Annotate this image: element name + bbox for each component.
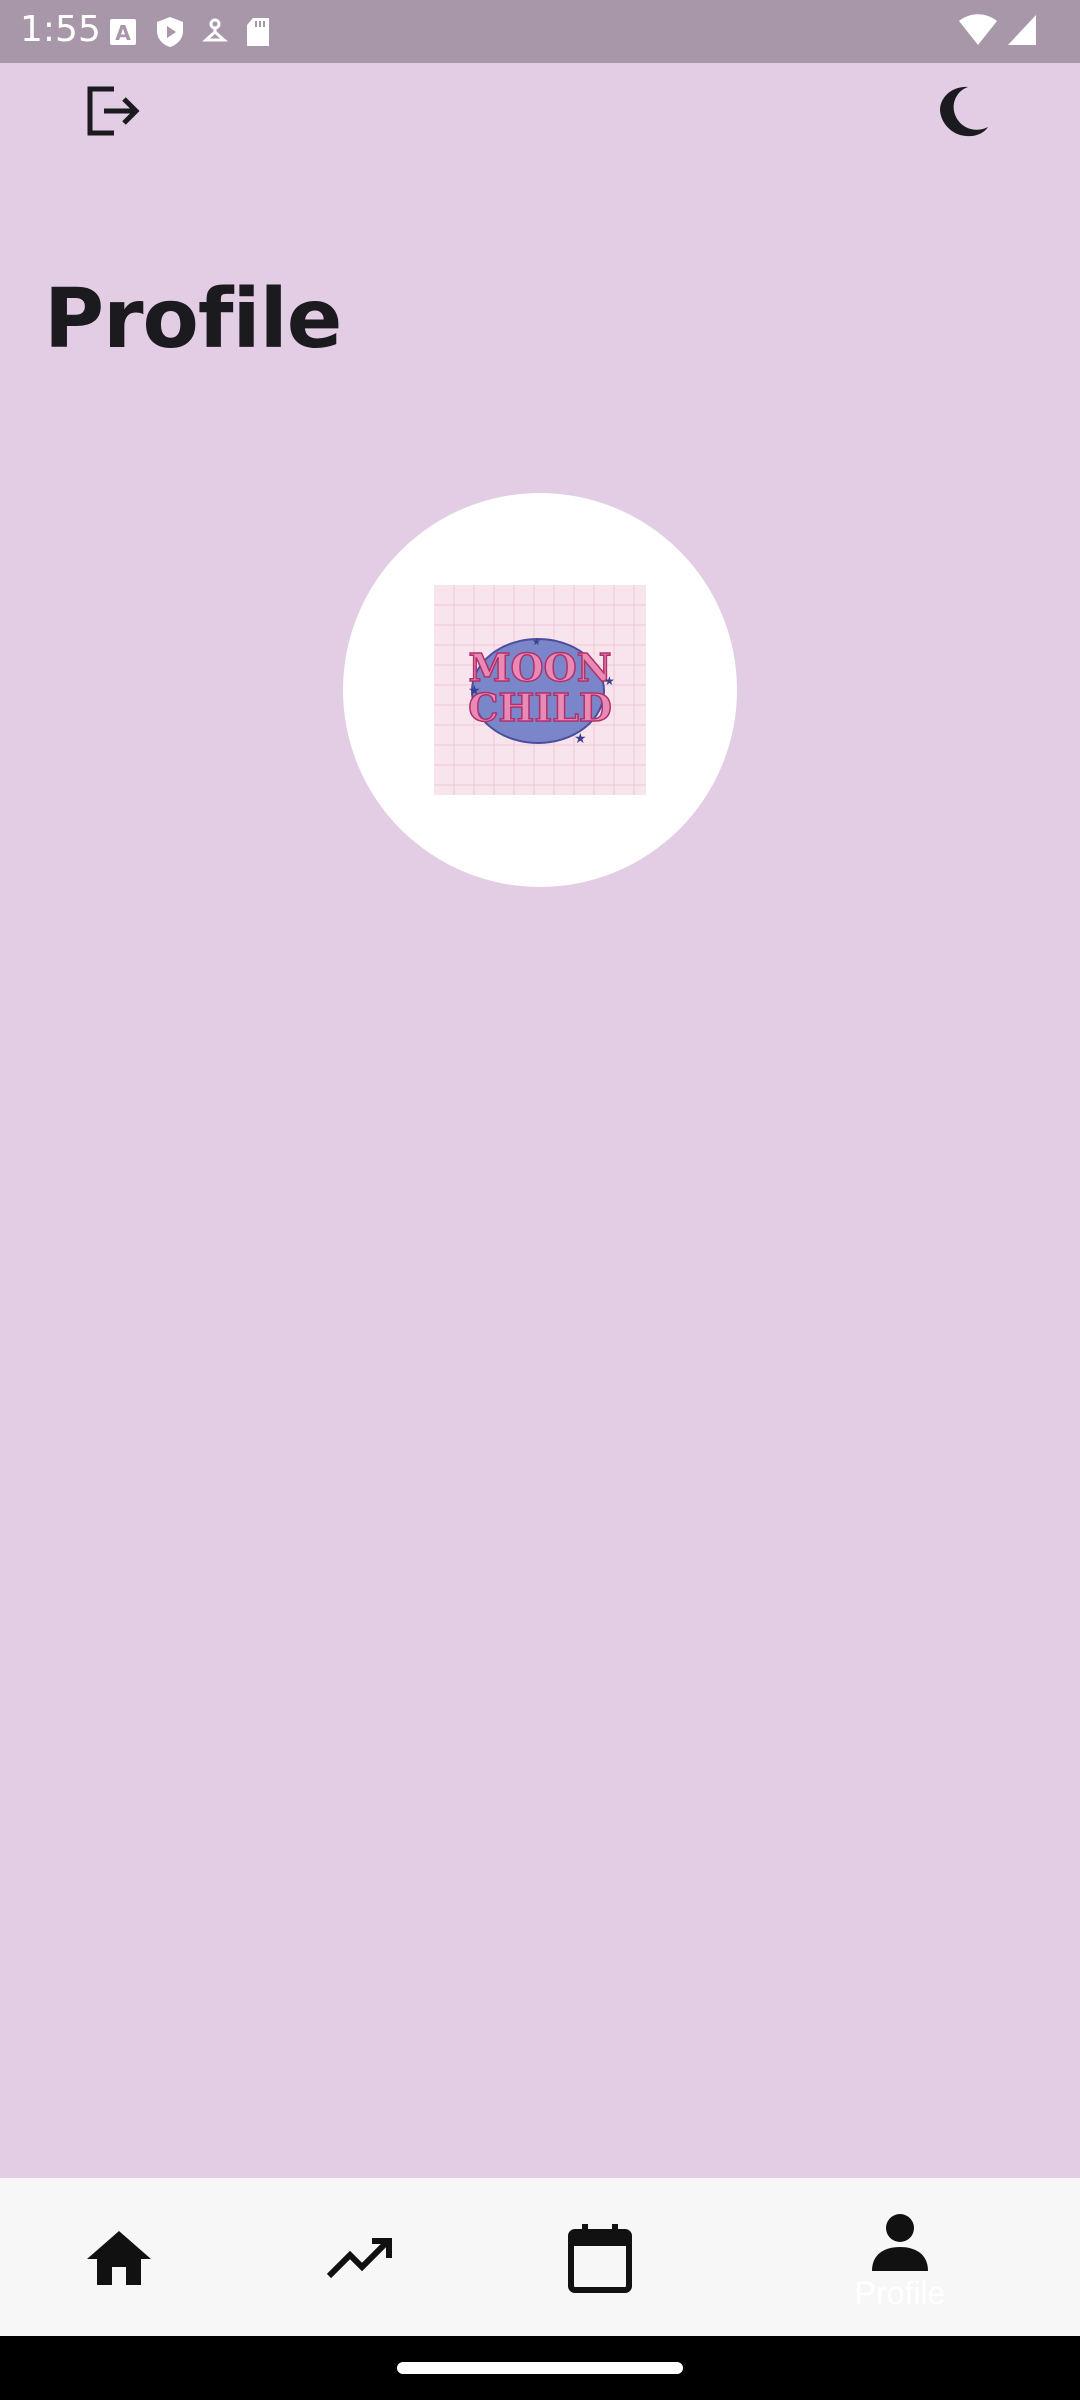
text-recognition-icon: A	[108, 17, 138, 47]
svg-text:CHILD: CHILD	[468, 685, 612, 730]
hanger-icon	[202, 17, 228, 47]
dark-mode-moon-icon	[938, 85, 990, 141]
logout-icon	[86, 85, 142, 141]
gesture-handle[interactable]	[397, 2362, 683, 2374]
svg-text:A: A	[115, 21, 131, 45]
svg-text:★: ★	[532, 637, 541, 648]
page-title: Profile	[44, 272, 342, 367]
person-icon	[872, 2214, 928, 2271]
profile-avatar[interactable]: MOON CHILD ★ ★ ★ ★	[343, 493, 737, 887]
status-bar: 1:55 A	[0, 0, 1080, 63]
nav-item-profile[interactable]: Profile	[800, 2178, 1000, 2336]
dark-mode-toggle-button[interactable]	[914, 63, 1014, 163]
top-app-bar	[0, 63, 1080, 163]
nav-item-trends[interactable]	[260, 2178, 460, 2336]
status-notification-icons: A	[108, 12, 272, 52]
wifi-icon	[958, 13, 998, 51]
svg-text:MOON: MOON	[468, 645, 611, 690]
svg-text:★: ★	[468, 683, 481, 699]
nav-item-calendar[interactable]	[500, 2178, 700, 2336]
gesture-navigation-area	[0, 2336, 1080, 2400]
shield-play-icon	[154, 15, 186, 49]
svg-text:★: ★	[604, 674, 615, 688]
sd-card-icon	[244, 16, 272, 48]
svg-text:★: ★	[574, 731, 587, 747]
signal-icon	[1006, 13, 1038, 51]
nav-label-profile: Profile	[854, 2275, 946, 2311]
home-icon	[87, 2231, 151, 2285]
moon-child-profile-image: MOON CHILD ★ ★ ★ ★	[434, 585, 646, 795]
logout-button[interactable]	[64, 63, 164, 163]
status-system-icons	[958, 12, 1038, 52]
nav-item-home[interactable]	[19, 2178, 219, 2336]
calendar-icon	[568, 2224, 632, 2293]
status-time: 1:55	[20, 9, 101, 50]
bottom-navigation: Profile	[0, 2178, 1080, 2336]
trending-up-icon	[326, 2238, 392, 2279]
